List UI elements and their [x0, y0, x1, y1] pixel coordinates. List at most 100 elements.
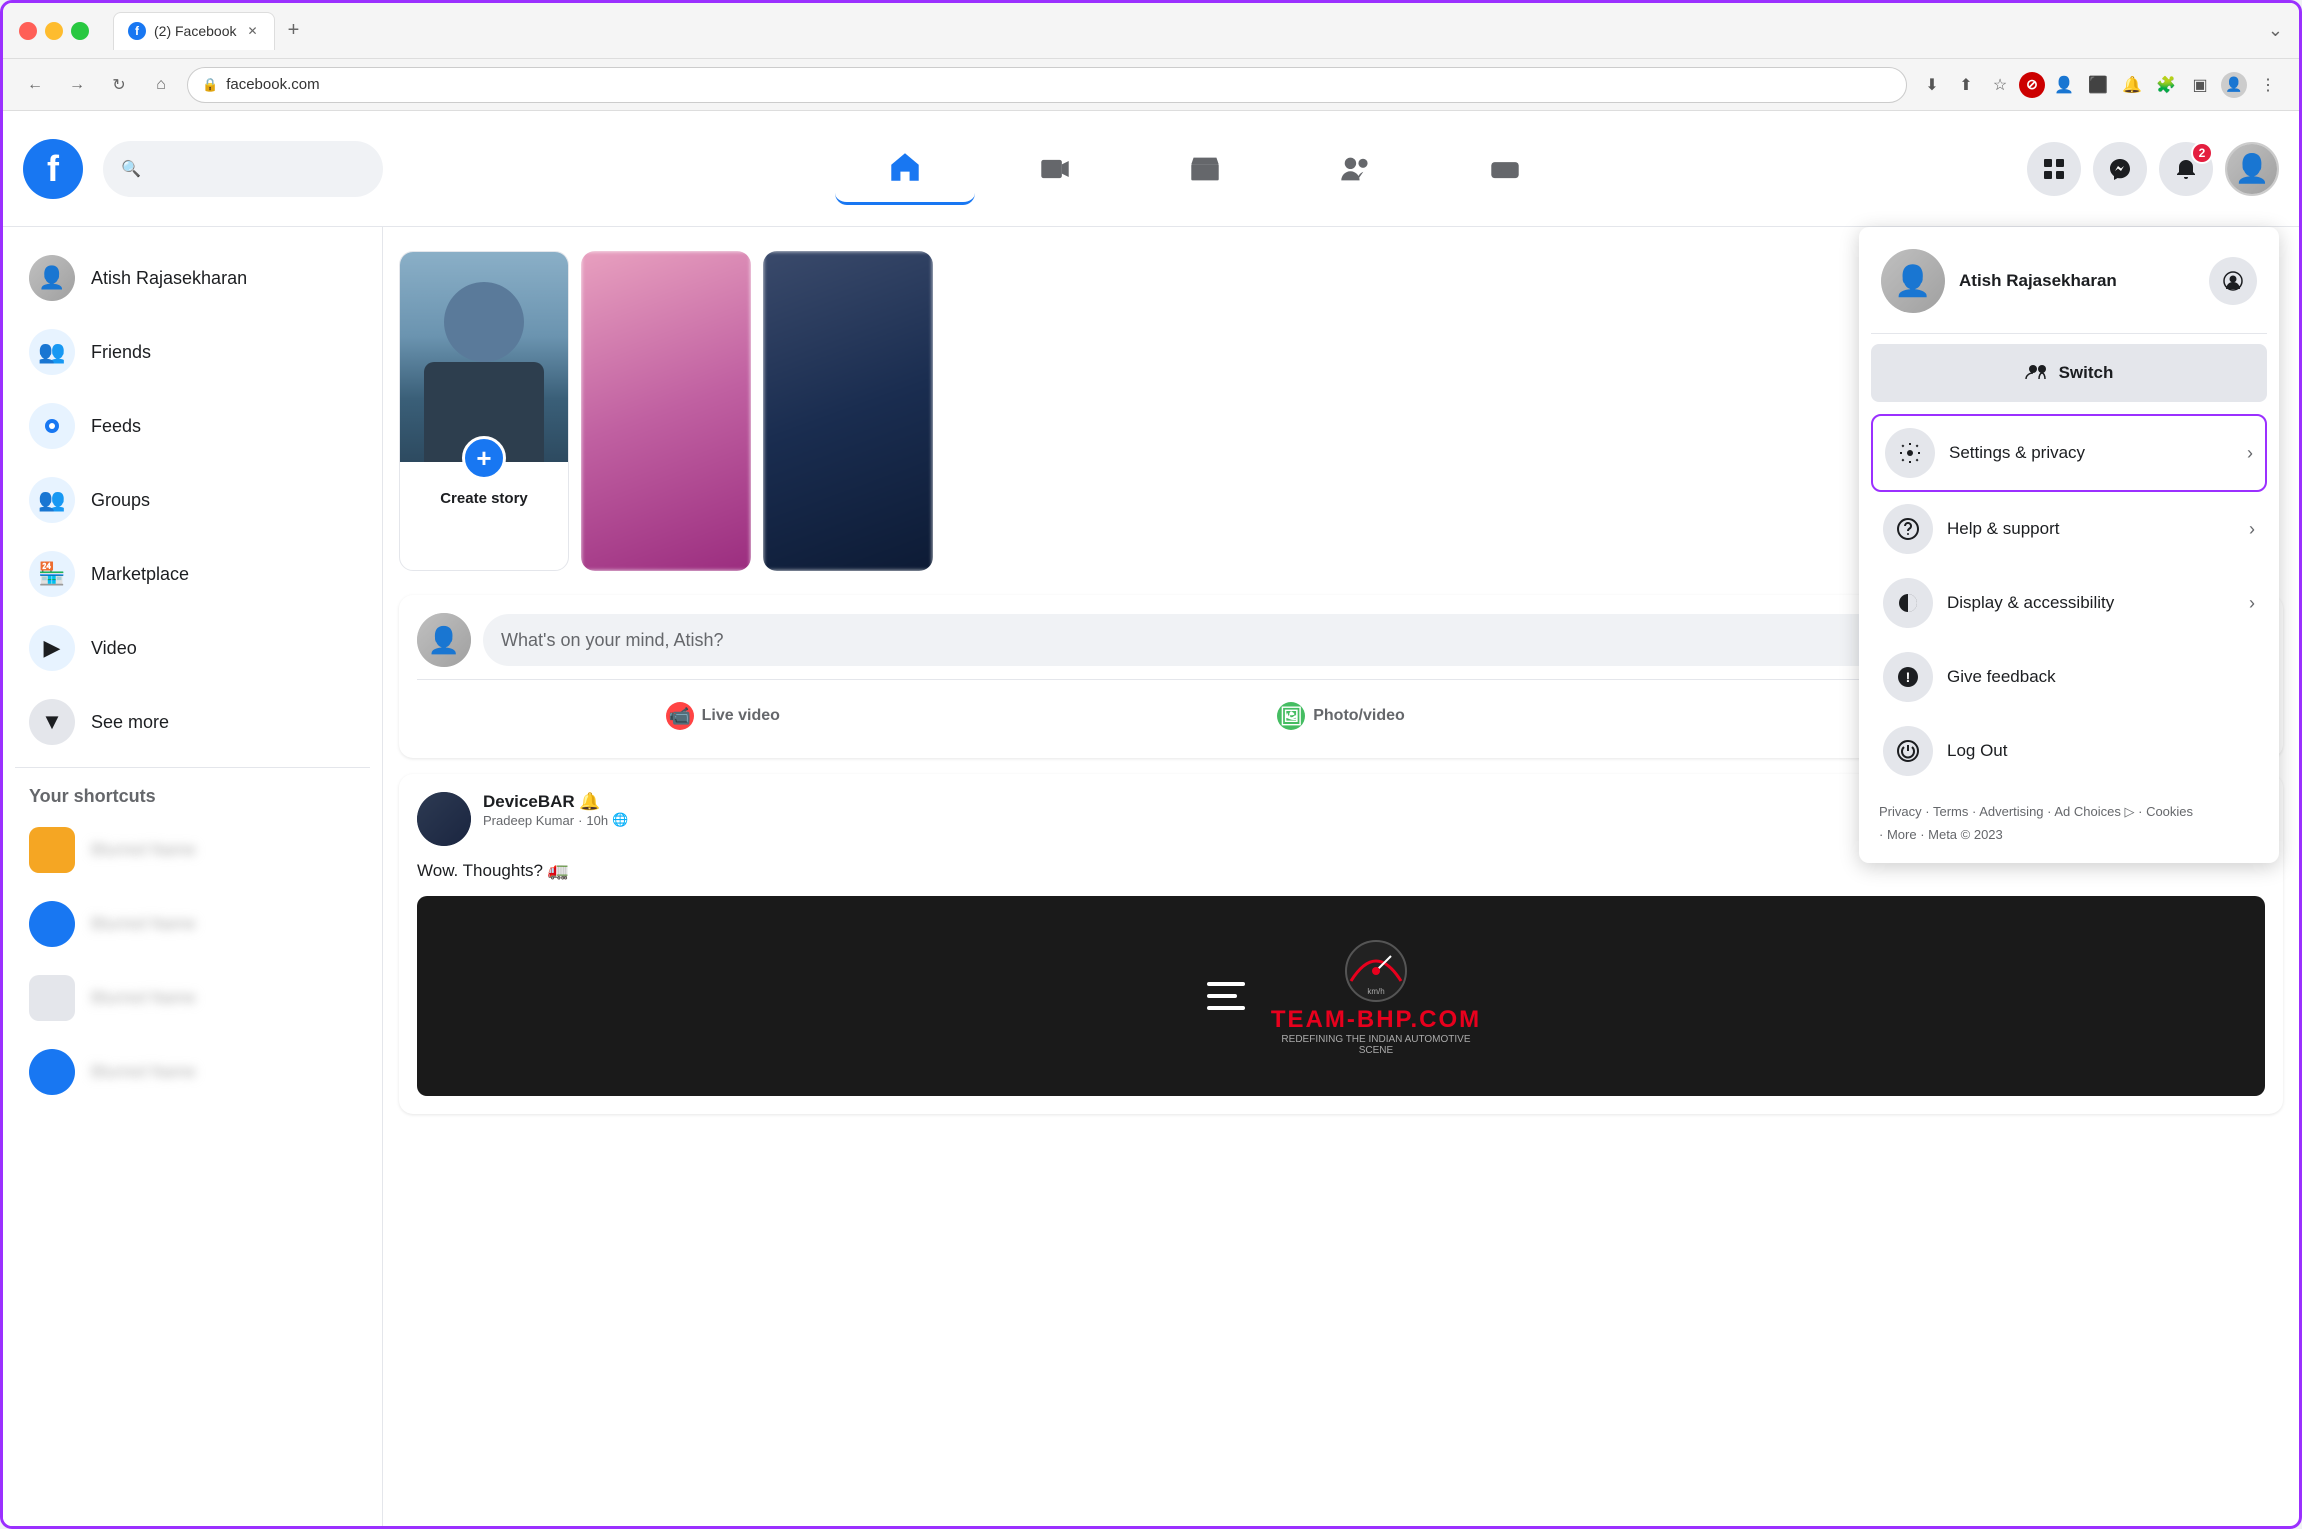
sidebar-divider: [15, 767, 370, 768]
footer-cookies[interactable]: Cookies: [2146, 804, 2193, 819]
sidebar-friends-label: Friends: [91, 342, 151, 363]
shortcut-4[interactable]: Blurred Name: [15, 1037, 370, 1107]
logout-item[interactable]: Log Out: [1871, 714, 2267, 788]
tab-title: (2) Facebook: [154, 23, 236, 39]
sidebar-item-friends[interactable]: 👥 Friends: [15, 317, 370, 387]
back-button[interactable]: ←: [19, 69, 51, 101]
sidebar-item-video[interactable]: ▶ Video: [15, 613, 370, 683]
extension3-icon[interactable]: 🔔: [2117, 70, 2147, 100]
profile-browser-icon[interactable]: 👤: [2219, 70, 2249, 100]
speedometer-icon: km/h: [1341, 936, 1411, 1006]
dropdown-edit-button[interactable]: [2209, 257, 2257, 305]
shortcut-3-icon: [29, 975, 75, 1021]
give-feedback-item[interactable]: ! Give feedback: [1871, 640, 2267, 714]
shortcut-3[interactable]: Blurred Name: [15, 963, 370, 1033]
sidebar-browser-icon[interactable]: ▣: [2185, 70, 2215, 100]
extension2-icon[interactable]: ⬛: [2083, 70, 2113, 100]
help-icon: [1883, 504, 1933, 554]
sidebar-item-groups[interactable]: 👥 Groups: [15, 465, 370, 535]
help-support-item[interactable]: Help & support ›: [1871, 492, 2267, 566]
shortcut-2[interactable]: Blurred Name: [15, 889, 370, 959]
bookmark-icon[interactable]: ☆: [1985, 70, 2015, 100]
footer-ad-choices[interactable]: Ad Choices ▷: [2054, 804, 2134, 819]
lock-icon: 🔒: [202, 77, 218, 93]
post-time: 10h: [586, 813, 608, 828]
maximize-button[interactable]: [71, 22, 89, 40]
close-button[interactable]: [19, 22, 37, 40]
post-globe-icon: 🌐: [612, 812, 628, 828]
extension1-icon[interactable]: 👤: [2049, 70, 2079, 100]
grid-apps-button[interactable]: [2027, 142, 2081, 196]
nav-video[interactable]: [985, 133, 1125, 205]
team-bhp-subtext: REDEFINING THE INDIAN AUTOMOTIVE SCENE: [1276, 1034, 1476, 1056]
messenger-button[interactable]: [2093, 142, 2147, 196]
photo-video-button[interactable]: 🖼 Photo/video: [1263, 692, 1419, 740]
window-controls[interactable]: ⌄: [2268, 20, 2283, 41]
search-input[interactable]: 🔍: [103, 141, 383, 197]
sidebar-profile-avatar: 👤: [29, 255, 75, 301]
marketplace-icon: [1189, 153, 1221, 185]
create-story-card[interactable]: + Create story: [399, 251, 569, 571]
sidebar-see-more-label: See more: [91, 712, 169, 733]
sidebar-item-marketplace[interactable]: 🏪 Marketplace: [15, 539, 370, 609]
sidebar-groups-label: Groups: [91, 490, 150, 511]
tab-close-button[interactable]: ✕: [244, 23, 260, 39]
shortcut-1[interactable]: Blurred Name: [15, 815, 370, 885]
home-icon: [889, 151, 921, 183]
shortcut-1-label: Blurred Name: [91, 840, 196, 860]
nav-home[interactable]: [835, 133, 975, 205]
display-accessibility-item[interactable]: Display & accessibility ›: [1871, 566, 2267, 640]
extension4-icon[interactable]: 🧩: [2151, 70, 2181, 100]
footer-meta: Meta © 2023: [1928, 827, 2003, 842]
dropdown-footer: Privacy · Terms · Advertising · Ad Choic…: [1871, 788, 2267, 851]
address-bar[interactable]: 🔒 facebook.com: [187, 67, 1907, 103]
footer-terms[interactable]: Terms: [1933, 804, 1968, 819]
settings-privacy-item[interactable]: Settings & privacy ›: [1871, 414, 2267, 492]
account-dropdown: 👤 Atish Rajasekharan: [1859, 227, 2279, 863]
svg-text:!: !: [1906, 669, 1911, 685]
user-avatar-button[interactable]: 👤: [2225, 142, 2279, 196]
see-more-icon: ▼: [29, 699, 75, 745]
new-tab-button[interactable]: +: [279, 17, 307, 45]
footer-more[interactable]: · More: [1879, 827, 1917, 842]
story-card-2[interactable]: [581, 251, 751, 571]
gaming-icon: [1489, 153, 1521, 185]
live-video-icon: 📹: [666, 702, 694, 730]
story-card-3[interactable]: [763, 251, 933, 571]
forward-button[interactable]: →: [61, 69, 93, 101]
post-author-text: DeviceBAR 🔔: [483, 792, 601, 812]
switch-label: Switch: [2059, 363, 2114, 383]
dropdown-profile-row[interactable]: 👤 Atish Rajasekharan: [1871, 239, 2267, 323]
active-tab[interactable]: f (2) Facebook ✕: [113, 12, 275, 50]
facebook-app: f 🔍: [3, 111, 2299, 1526]
share-icon[interactable]: ⬆: [1951, 70, 1981, 100]
notifications-button[interactable]: 2: [2159, 142, 2213, 196]
groups-sidebar-icon: 👥: [29, 477, 75, 523]
sidebar-item-feeds[interactable]: Feeds: [15, 391, 370, 461]
sidebar-item-profile[interactable]: 👤 Atish Rajasekharan: [15, 243, 370, 313]
shortcut-1-icon: [29, 827, 75, 873]
download-icon[interactable]: ⬇: [1917, 70, 1947, 100]
display-arrow-icon: ›: [2249, 593, 2255, 614]
dropdown-avatar: 👤: [1881, 249, 1945, 313]
fb-logo[interactable]: f: [23, 139, 83, 199]
nav-marketplace[interactable]: [1135, 133, 1275, 205]
nav-groups[interactable]: [1285, 133, 1425, 205]
browser-titlebar: f (2) Facebook ✕ + ⌄: [3, 3, 2299, 59]
switch-account-button[interactable]: Switch: [1871, 344, 2267, 402]
sidebar-item-see-more[interactable]: ▼ See more: [15, 687, 370, 757]
friends-icon: 👥: [29, 329, 75, 375]
ublock-icon[interactable]: ⊘: [2019, 72, 2045, 98]
menu-dots-icon[interactable]: ⋮: [2253, 70, 2283, 100]
footer-sep1: ·: [1925, 804, 1933, 819]
home-browser-button[interactable]: ⌂: [145, 69, 177, 101]
reload-button[interactable]: ↻: [103, 69, 135, 101]
minimize-button[interactable]: [45, 22, 63, 40]
footer-privacy[interactable]: Privacy: [1879, 804, 1922, 819]
sidebar-profile-name: Atish Rajasekharan: [91, 268, 247, 289]
nav-gaming[interactable]: [1435, 133, 1575, 205]
live-video-button[interactable]: 📹 Live video: [652, 692, 794, 740]
footer-advertising[interactable]: Advertising: [1979, 804, 2043, 819]
footer-sep4: ·: [2138, 804, 2146, 819]
tab-favicon: f: [128, 22, 146, 40]
